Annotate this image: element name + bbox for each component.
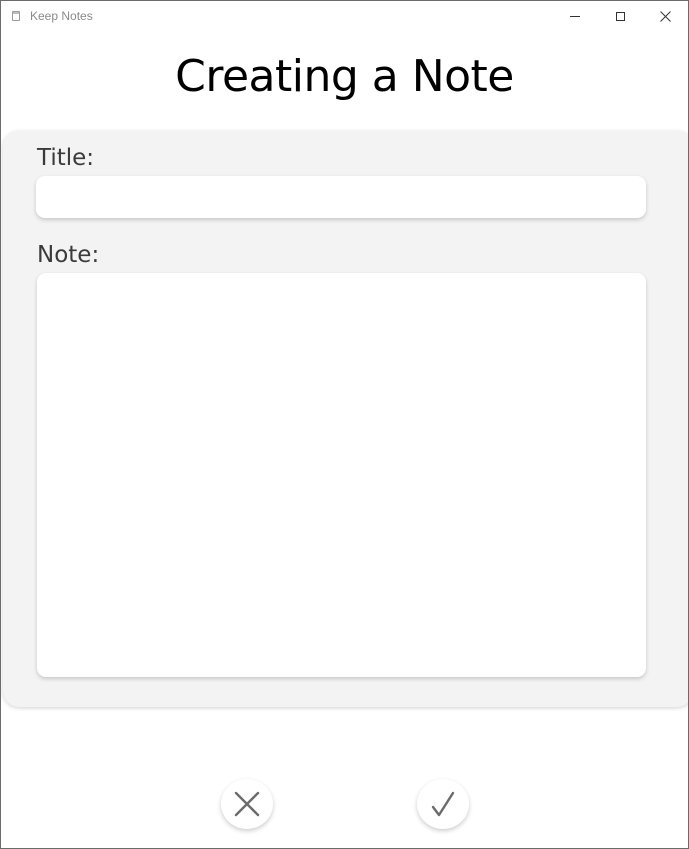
maximize-icon bbox=[615, 11, 625, 21]
cancel-button[interactable] bbox=[221, 779, 273, 829]
page-title: Creating a Note bbox=[175, 51, 514, 102]
close-button[interactable] bbox=[642, 1, 688, 31]
minimize-button[interactable] bbox=[552, 1, 598, 31]
title-bar[interactable]: Keep Notes bbox=[1, 1, 688, 31]
close-icon bbox=[659, 10, 671, 22]
minimize-icon bbox=[570, 15, 580, 17]
x-icon bbox=[234, 791, 260, 817]
title-input[interactable] bbox=[36, 176, 646, 218]
app-window: Keep Notes Creating a Note Title: Note: bbox=[0, 0, 689, 849]
note-textarea[interactable] bbox=[37, 273, 646, 677]
window-title: Keep Notes bbox=[30, 9, 93, 23]
note-form-card: Title: Note: bbox=[3, 131, 688, 707]
confirm-button[interactable] bbox=[417, 779, 469, 829]
notepad-icon bbox=[12, 11, 20, 21]
title-label: Title: bbox=[37, 145, 95, 171]
maximize-button[interactable] bbox=[597, 1, 643, 31]
checkmark-icon bbox=[431, 791, 455, 817]
note-label: Note: bbox=[37, 242, 100, 268]
